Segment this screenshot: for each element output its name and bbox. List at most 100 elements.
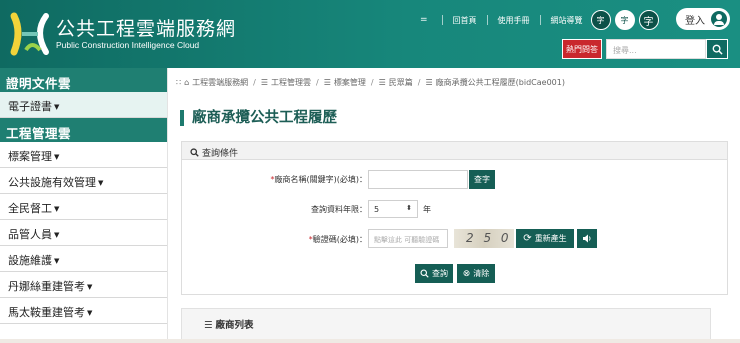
user-icon <box>711 11 727 27</box>
list-icon: ☰ <box>378 78 386 87</box>
breadcrumb-separator: / <box>253 78 256 87</box>
nav-sitemap[interactable]: 網站導覽 <box>551 15 583 26</box>
sidebar-item-label: 品管人員 <box>8 228 52 241</box>
nav-home[interactable]: 回首頁 <box>453 15 477 26</box>
font-size-small-button[interactable]: 字 <box>590 10 611 30</box>
menu-icon[interactable]: = <box>420 15 428 25</box>
captcha-image: 2 5 0 <box>454 229 514 248</box>
vendor-list-header: ☰ 廠商列表 <box>204 317 254 331</box>
top-nav: = 回首頁 使用手冊 網站導覽 字 字 字 <box>420 10 659 30</box>
breadcrumb-separator: / <box>370 78 374 87</box>
search-icon <box>420 269 429 278</box>
sidebar-item-e-certificate[interactable]: 電子證書 ▼ <box>0 92 167 118</box>
years-label: 查詢資料年限： <box>311 205 367 214</box>
caret-down-icon: ▼ <box>54 205 60 213</box>
clear-icon: ⊗ <box>462 268 471 279</box>
breadcrumb-item[interactable]: 標案管理 <box>334 77 366 88</box>
vendor-name-label: *廠商名稱(關鍵字)(必填)： <box>242 174 367 185</box>
site-title[interactable]: 公共工程雲端服務網 <box>56 14 236 41</box>
vendor-list-panel: ☰ 廠商列表 <box>181 308 711 343</box>
sidebar-item-danas-rebuild[interactable]: 丹娜絲重建管考 ▼ <box>0 272 167 298</box>
sidebar-item-label: 馬太鞍重建管考 <box>8 306 85 319</box>
sidebar-item-qc-staff[interactable]: 品管人員 ▼ <box>0 220 167 246</box>
font-size-large-button[interactable]: 字 <box>638 10 659 30</box>
clear-label: 清除 <box>473 269 490 278</box>
caret-down-icon: ▼ <box>54 231 60 239</box>
caret-down-icon: ▼ <box>54 257 60 265</box>
site-logo[interactable] <box>8 10 52 58</box>
page-title: 廠商承攬公共工程履歷 <box>180 110 337 126</box>
captcha-label: *驗證碼(必填)： <box>202 234 367 245</box>
refresh-icon: ⟳ <box>523 233 532 244</box>
sidebar: 證明文件雲 電子證書 ▼ 工程管理雲 標案管理 ▼ 公共設施有效管理 ▼ 全民督工 ▼ … <box>0 68 168 343</box>
search-button[interactable] <box>706 39 728 59</box>
sidebar-item-tender-mgmt[interactable]: 標案管理 ▼ <box>0 142 167 168</box>
regenerate-label: 重新產生 <box>534 234 567 243</box>
list-icon: ☰ <box>425 78 433 87</box>
captcha-label-text: 驗證碼(必填)： <box>312 235 367 244</box>
nav-manual[interactable]: 使用手冊 <box>498 15 530 26</box>
vendor-name-label-text: 廠商名稱(關鍵字)(必填)： <box>274 175 367 184</box>
caret-down-icon: ▼ <box>54 103 60 111</box>
check-name-button[interactable]: 查字 <box>469 170 495 189</box>
sidebar-item-label: 丹娜絲重建管考 <box>8 280 85 293</box>
sidebar-item-label: 設施維護 <box>8 254 52 267</box>
clear-button[interactable]: ⊗ 清除 <box>457 264 495 283</box>
login-label: 登入 <box>685 15 705 27</box>
query-submit-label: 查詢 <box>432 269 448 278</box>
vendor-name-input[interactable] <box>368 170 468 189</box>
site-header: 公共工程雲端服務網 Public Construction Intelligen… <box>0 0 740 68</box>
sidebar-item-citizen-supervision[interactable]: 全民督工 ▼ <box>0 194 167 220</box>
sidebar-item-label: 公共設施有效管理 <box>8 176 96 189</box>
query-panel: 查詢條件 *廠商名稱(關鍵字)(必填)： 查字 查詢資料年限： 5 ⬍ 年 *驗… <box>181 141 728 295</box>
years-unit: 年 <box>423 205 431 214</box>
font-size-medium-button[interactable]: 字 <box>614 10 635 30</box>
search-icon <box>190 148 199 157</box>
sidebar-item-public-facilities[interactable]: 公共設施有效管理 ▼ <box>0 168 167 194</box>
years-value: 5 <box>374 205 380 214</box>
query-submit-button[interactable]: 查詢 <box>415 264 453 283</box>
sidebar-item-mataian-rebuild[interactable]: 馬太鞍重建管考 ▼ <box>0 298 167 324</box>
speaker-icon <box>583 234 591 243</box>
breadcrumb-separator: / <box>417 78 421 87</box>
page-footer-strip <box>0 339 740 343</box>
sidebar-section-project-mgmt[interactable]: 工程管理雲 <box>0 118 167 142</box>
login-button[interactable]: 登入 <box>676 8 730 30</box>
breadcrumb-separator: / <box>316 78 319 87</box>
audio-captcha-button[interactable] <box>577 229 597 248</box>
select-arrows-icon: ⬍ <box>406 204 412 212</box>
sidebar-item-label: 標案管理 <box>8 150 52 163</box>
nav-divider <box>441 15 443 25</box>
caret-down-icon: ▼ <box>87 309 93 317</box>
nav-divider <box>539 15 541 25</box>
breadcrumb-item[interactable]: 工程管理雲 <box>271 77 311 88</box>
captcha-input[interactable]: 點擊這此 可聽驗證碼 <box>368 229 448 248</box>
sidebar-section-certificates[interactable]: 證明文件雲 <box>0 68 167 92</box>
sidebar-item-label: 電子證書 <box>8 100 52 113</box>
breadcrumb-current: 廠商承攬公共工程履歷(bidCae001) <box>435 78 565 87</box>
site-subtitle: Public Construction Intelligence Cloud <box>56 40 200 50</box>
list-icon: ☰ <box>260 78 269 87</box>
search-icon <box>712 44 723 55</box>
hot-qa-button[interactable]: 熱門問答 <box>562 39 602 59</box>
caret-down-icon: ▼ <box>54 153 60 161</box>
menu-lines-icon: ∷ <box>176 78 182 87</box>
sidebar-item-facility-maintenance[interactable]: 設施維護 ▼ <box>0 246 167 272</box>
regenerate-captcha-button[interactable]: ⟳ 重新產生 <box>516 229 574 248</box>
breadcrumb-item[interactable]: 工程雲端服務網 <box>192 77 248 88</box>
breadcrumb-item[interactable]: 民眾篇 <box>389 77 413 88</box>
nav-divider <box>486 15 488 25</box>
years-select[interactable]: 5 ⬍ <box>368 200 418 218</box>
query-panel-title: 查詢條件 <box>202 149 239 159</box>
caret-down-icon: ▼ <box>98 179 104 187</box>
list-icon: ☰ <box>323 78 331 87</box>
caret-down-icon: ▼ <box>87 283 93 291</box>
home-icon: ⌂ <box>184 78 190 87</box>
list-icon: ☰ <box>204 320 213 331</box>
breadcrumb: ∷ ⌂ 工程雲端服務網 / ☰ 工程管理雲 / ☰ 標案管理 / ☰ 民眾篇 /… <box>176 77 565 88</box>
vendor-list-title: 廠商列表 <box>215 320 254 331</box>
sidebar-item-label: 全民督工 <box>8 202 52 215</box>
search-input[interactable]: 搜尋... <box>606 39 706 59</box>
query-panel-header: 查詢條件 <box>182 142 727 160</box>
main-content: ∷ ⌂ 工程雲端服務網 / ☰ 工程管理雲 / ☰ 標案管理 / ☰ 民眾篇 /… <box>168 68 740 343</box>
